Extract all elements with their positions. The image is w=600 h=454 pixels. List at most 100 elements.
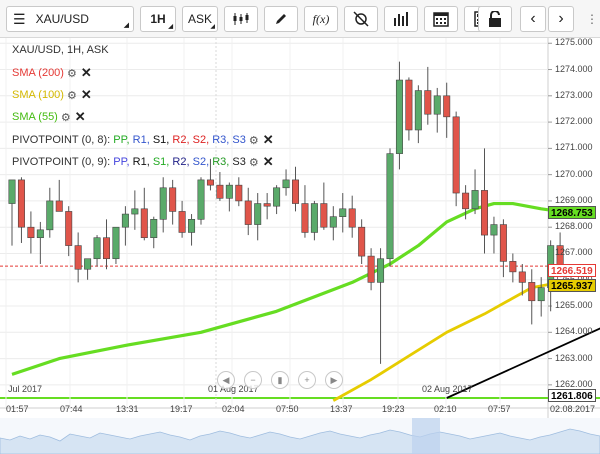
pivot1-r1: R1, [132, 134, 150, 146]
pencil-icon [276, 14, 286, 24]
lock-toggle-button[interactable] [478, 6, 512, 32]
price-type-label: ASK [187, 12, 212, 26]
candle-body [46, 200, 54, 231]
sma100-line [332, 281, 561, 402]
candle-body [103, 237, 111, 260]
more-handle-icon[interactable]: ⋮ [586, 12, 598, 26]
legend-sma55[interactable]: SMA (55) ⚙ ✕ [12, 109, 86, 125]
candle-body [405, 79, 413, 131]
candle-body [414, 90, 422, 131]
candle-body [282, 179, 290, 189]
candle-body [367, 255, 375, 283]
candle-body [140, 208, 148, 239]
chart-area[interactable]: XAU/USD, 1H, ASK SMA (200) ⚙ ✕ SMA (100)… [0, 37, 600, 454]
y-tick-label: 1263.000 [555, 352, 593, 363]
zoom-in-button[interactable]: + [298, 371, 316, 389]
candle-body [509, 261, 517, 273]
legend-pivot-2[interactable]: PIVOTPOINT (0, 9): PP, R1, S1, R2, S2, R… [12, 154, 274, 170]
symbol-label: XAU/USD [35, 12, 89, 26]
close-icon[interactable]: ✕ [75, 109, 86, 125]
navigator-history [0, 418, 600, 454]
y-tick-label: 1262.000 [555, 378, 593, 389]
pivot1-pp: PP, [113, 134, 130, 146]
volume-button[interactable] [384, 6, 418, 32]
x-tick-label: 13:37 [330, 404, 353, 414]
chart-type-button[interactable] [224, 6, 258, 32]
nav-forward-button[interactable]: ▶ [325, 371, 343, 389]
dropdown-caret-icon: ◢ [210, 24, 215, 30]
legend-sma200[interactable]: SMA (200) ⚙ ✕ [12, 65, 92, 81]
pivot1-s3: S3 [232, 134, 246, 146]
candle-body [55, 200, 63, 212]
candle-body [490, 224, 498, 236]
candle-body [216, 184, 224, 199]
candle-body [93, 237, 101, 260]
candle-body [84, 258, 92, 270]
current-price-box: 1266.519 [548, 264, 596, 277]
sma100-label: SMA (100) [12, 89, 64, 101]
y-tick-label: 1269.000 [555, 194, 593, 205]
candle-body [225, 184, 233, 199]
sma55-label: SMA (55) [12, 111, 58, 123]
candle-body [112, 226, 120, 260]
x-tick-label: 02:10 [434, 404, 457, 414]
pivot2-s3: S3 [232, 156, 246, 168]
sma200-price-box: 1261.806 [548, 389, 596, 402]
legend-pivot-1[interactable]: PIVOTPOINT (0, 8): PP, R1, S1, R2, S2, R… [12, 132, 274, 148]
draw-tool-button[interactable] [264, 6, 298, 32]
crosshair-icon [353, 11, 369, 27]
candle-body [291, 179, 299, 204]
y-tick-label: 1270.000 [555, 168, 593, 179]
candle-body [528, 282, 536, 302]
crosshair-button[interactable] [344, 6, 378, 32]
scroll-left-button[interactable]: ‹ [520, 6, 546, 32]
gear-icon[interactable]: ⚙ [61, 111, 71, 124]
gear-icon[interactable]: ⚙ [67, 67, 77, 80]
sma200-label: SMA (200) [12, 67, 64, 79]
x-tick-label: 02:04 [222, 404, 245, 414]
candles [8, 61, 564, 364]
y-tick-label: 1264.000 [555, 326, 593, 337]
pivot2-prefix: PIVOTPOINT (0, 9): [12, 156, 111, 168]
candle-body [395, 79, 403, 154]
calendar-button[interactable] [424, 6, 458, 32]
candle-body [131, 208, 139, 215]
legend-sma100[interactable]: SMA (100) ⚙ ✕ [12, 87, 92, 103]
nav-back-button[interactable]: ◀ [217, 371, 235, 389]
nav-reset-button[interactable]: ▮ [271, 371, 289, 389]
pivot2-s2: S2, [192, 156, 210, 168]
y-tick-label: 1265.000 [555, 300, 593, 311]
timeframe-selector[interactable]: 1H ◢ [140, 6, 176, 32]
candle-body [169, 187, 177, 212]
candle-body [150, 219, 158, 239]
sma55-price-box: 1268.753 [548, 206, 596, 219]
pivot1-prefix: PIVOTPOINT (0, 8): [12, 134, 111, 146]
candle-body [339, 208, 347, 217]
pivot1-r2: R2, [172, 134, 190, 146]
candle-body [178, 211, 186, 233]
indicators-button[interactable]: f(x) [304, 6, 338, 32]
gear-icon[interactable]: ⚙ [249, 156, 259, 169]
x-tick-label: 19:17 [170, 404, 193, 414]
candle-body [443, 95, 451, 118]
candle-body [377, 258, 385, 283]
close-icon[interactable]: ✕ [81, 65, 92, 81]
close-icon[interactable]: ✕ [81, 87, 92, 103]
zoom-out-button[interactable]: − [244, 371, 262, 389]
candle-body [273, 187, 281, 207]
close-icon[interactable]: ✕ [263, 154, 274, 170]
candle-body [471, 190, 479, 210]
chart-toolbar: ☰ XAU/USD ◢ 1H ◢ ASK ◢ f(x) ‹ › ⋮ [0, 0, 600, 38]
chevron-right-icon: › [558, 10, 564, 27]
candle-body [254, 203, 262, 225]
close-icon[interactable]: ✕ [263, 132, 274, 148]
price-type-selector[interactable]: ASK ◢ [182, 6, 218, 32]
gear-icon[interactable]: ⚙ [67, 89, 77, 102]
pivot1-s2: S2, [192, 134, 210, 146]
x-tick-label: 19:23 [382, 404, 405, 414]
candle-body [433, 95, 441, 115]
scroll-right-button[interactable]: › [548, 6, 574, 32]
symbol-selector[interactable]: ☰ XAU/USD ◢ [6, 6, 134, 32]
dropdown-caret-icon: ◢ [123, 22, 129, 29]
gear-icon[interactable]: ⚙ [249, 134, 259, 147]
